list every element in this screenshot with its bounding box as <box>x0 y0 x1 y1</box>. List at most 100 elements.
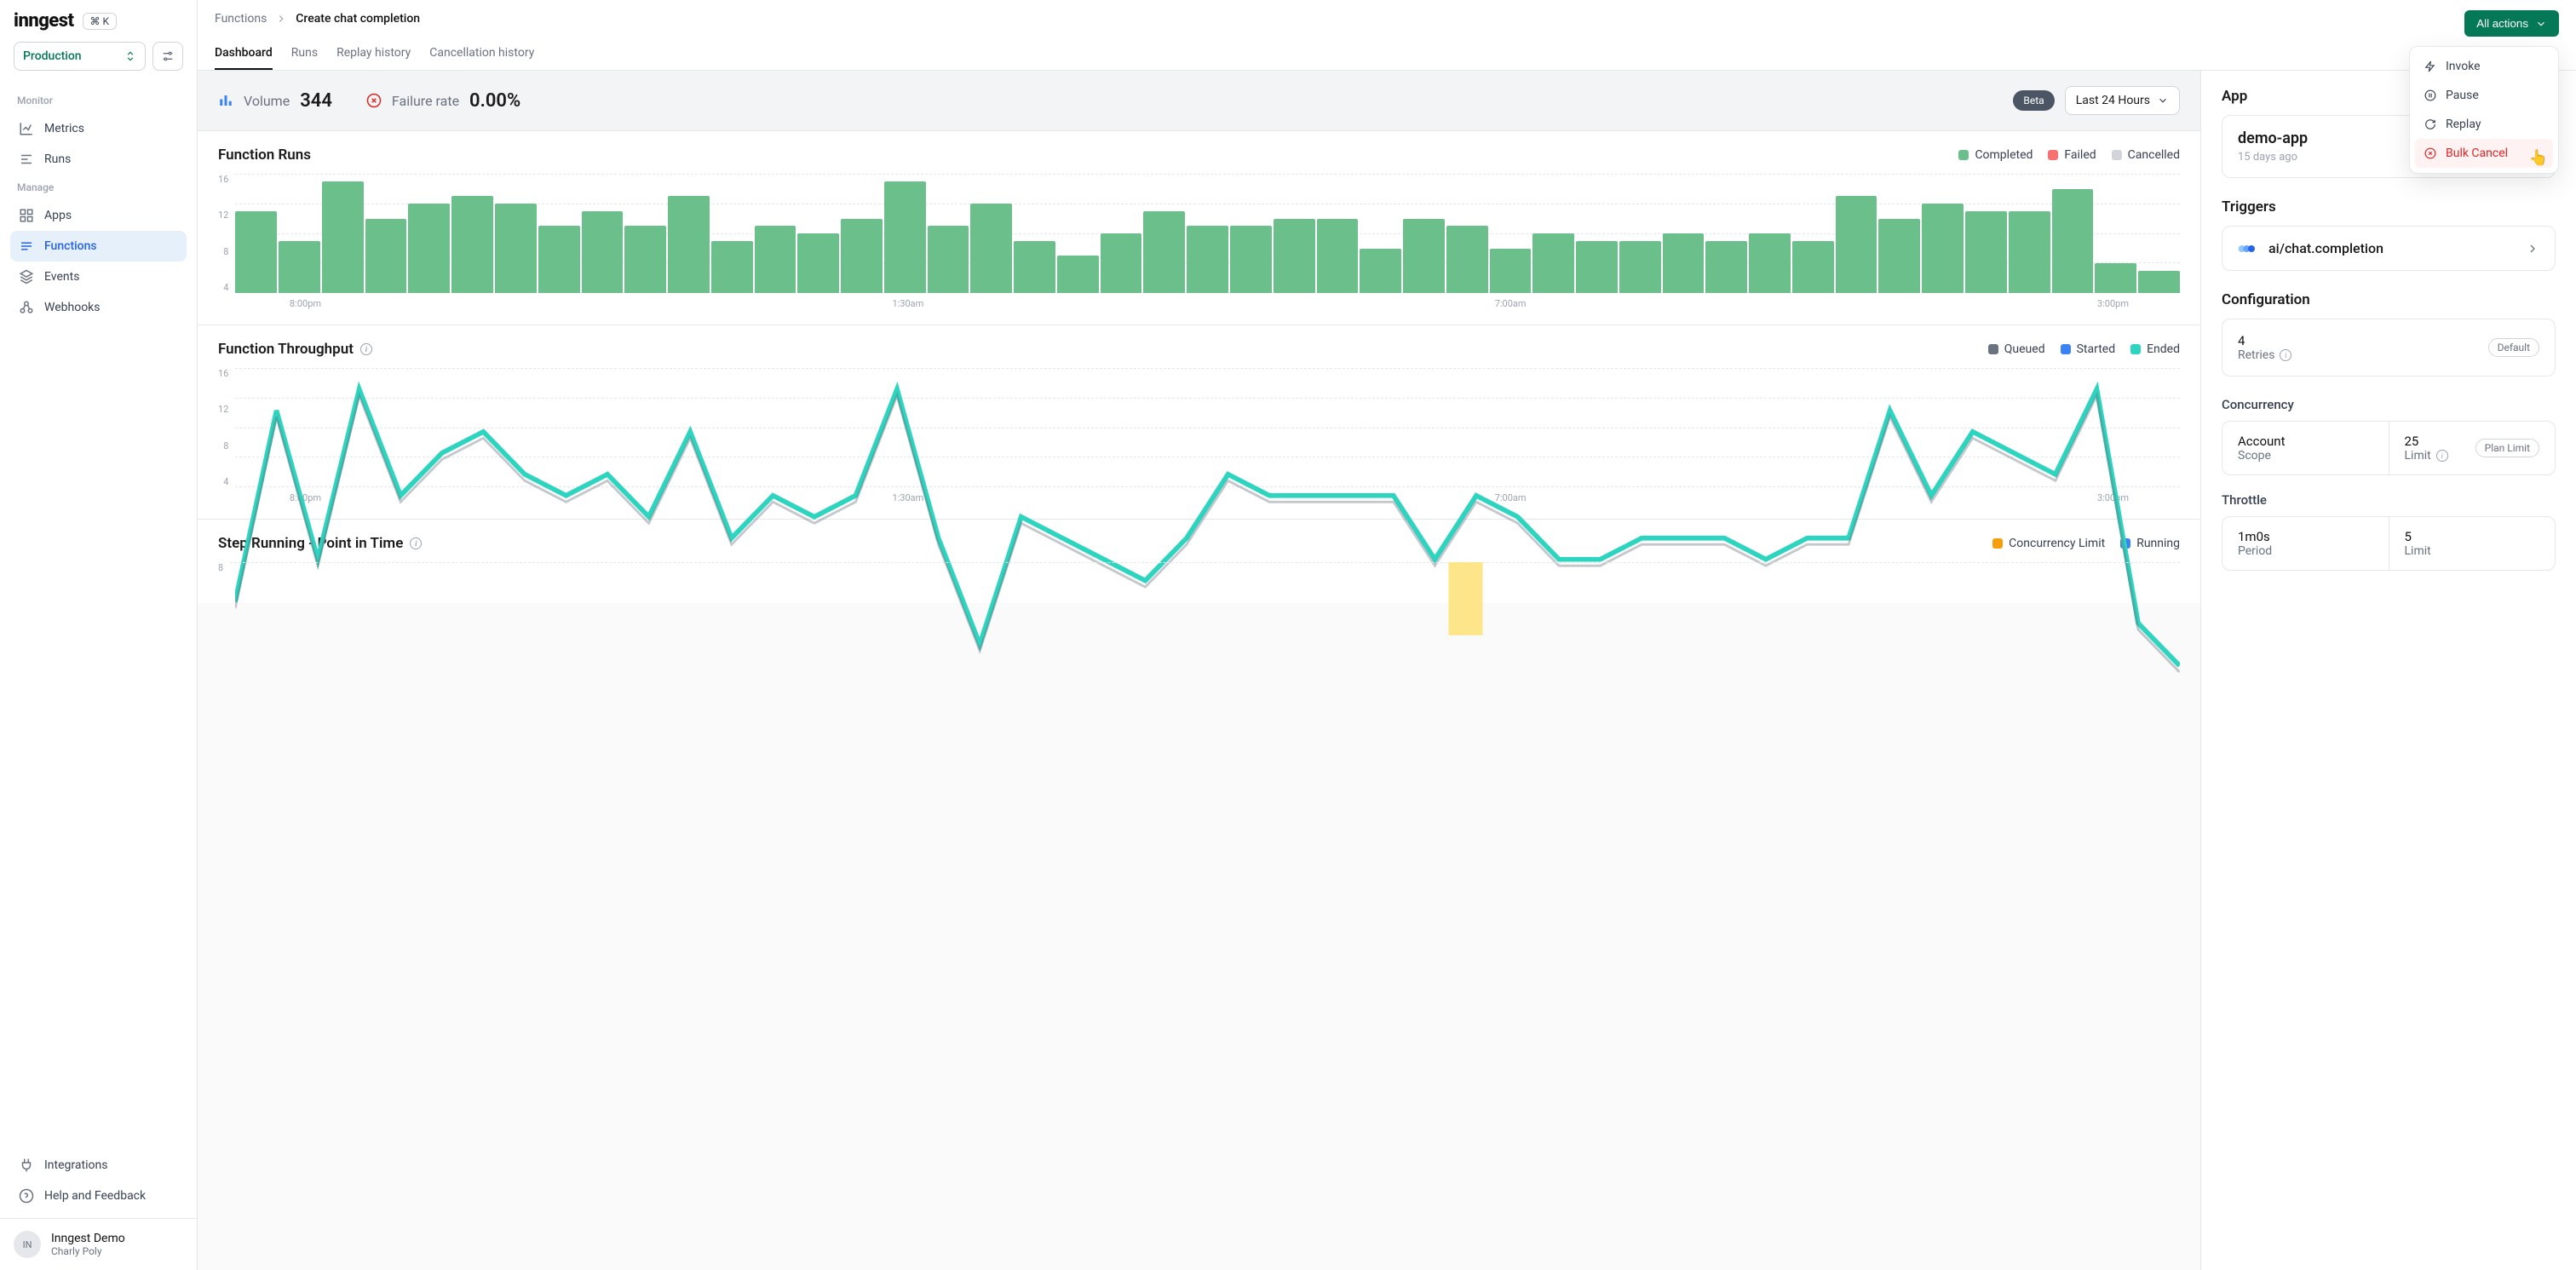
sidebar-item-help[interactable]: Help and Feedback <box>10 1181 187 1211</box>
user-sub: Charly Poly <box>51 1245 125 1257</box>
line-chart <box>235 368 2180 708</box>
bar <box>1705 241 1747 293</box>
bar <box>1187 226 1228 293</box>
command-k-shortcut[interactable]: ⌘ K <box>83 13 118 30</box>
breadcrumb-root[interactable]: Functions <box>215 12 267 26</box>
sidebar-item-functions[interactable]: Functions <box>10 231 187 261</box>
bar <box>755 226 796 293</box>
tab-replay-history[interactable]: Replay history <box>336 37 411 70</box>
bar <box>1619 241 1661 293</box>
bar <box>1878 219 1920 294</box>
sidebar-item-label: Apps <box>44 209 72 222</box>
logo: inngest <box>14 10 74 32</box>
info-icon[interactable]: i <box>360 343 372 355</box>
header: Functions Create chat completion All act… <box>198 0 2576 71</box>
bar <box>582 211 624 293</box>
environment-label: Production <box>23 49 82 63</box>
bar <box>2095 263 2136 293</box>
action-bulk-cancel[interactable]: Bulk Cancel 👆 <box>2415 139 2553 168</box>
bar <box>538 226 580 293</box>
scope-label: Scope <box>2238 449 2373 463</box>
tab-runs[interactable]: Runs <box>291 37 318 70</box>
bar <box>451 196 493 293</box>
retries-label: Retries <box>2238 348 2274 362</box>
user-footer[interactable]: IN Inngest Demo Charly Poly <box>0 1218 197 1270</box>
bar <box>322 181 364 293</box>
trigger-card[interactable]: ai/chat.completion <box>2222 226 2556 271</box>
nav-head-monitor: Monitor <box>10 88 187 113</box>
nav-head-manage: Manage <box>10 175 187 200</box>
avatar: IN <box>14 1231 41 1258</box>
bar <box>1663 233 1705 293</box>
bar <box>1965 211 2007 293</box>
sidebar-item-label: Runs <box>44 152 71 166</box>
webhook-icon <box>19 300 34 315</box>
breadcrumb: Functions Create chat completion <box>215 12 2559 26</box>
failure-label: Failure rate <box>392 93 459 109</box>
retries-value: 4 <box>2238 333 2488 348</box>
sidebar-item-runs[interactable]: Runs <box>10 144 187 175</box>
chevron-down-icon <box>2535 18 2547 30</box>
sidebar-item-metrics[interactable]: Metrics <box>10 113 187 144</box>
bar <box>884 181 926 293</box>
bar <box>711 241 753 293</box>
layers-icon <box>19 269 34 284</box>
concurrency-card: Account Scope 25 Limiti Plan Limit <box>2222 421 2556 475</box>
bar <box>408 204 450 293</box>
sidebar-item-events[interactable]: Events <box>10 261 187 292</box>
legend-started: Started <box>2061 342 2116 356</box>
grid-icon <box>19 208 34 223</box>
bar <box>970 204 1012 293</box>
event-icon <box>2238 241 2258 256</box>
action-label: Replay <box>2446 118 2481 131</box>
sidebar-item-label: Webhooks <box>44 301 101 314</box>
metrics-bar: Volume 344 Failure rate 0.00% Beta Last … <box>198 71 2200 131</box>
retries-card: 4 Retriesi Default <box>2222 319 2556 376</box>
section-configuration: Configuration <box>2222 291 2556 308</box>
bar <box>279 241 320 293</box>
section-triggers: Triggers <box>2222 198 2556 215</box>
failure-value: 0.00% <box>469 90 520 112</box>
bar-chart <box>235 174 2180 293</box>
chevron-down-icon <box>2157 95 2169 106</box>
all-actions-label: All actions <box>2476 17 2528 30</box>
tab-cancellation-history[interactable]: Cancellation history <box>429 37 534 70</box>
sidebar-item-integrations[interactable]: Integrations <box>10 1150 187 1181</box>
bar <box>1230 226 1272 293</box>
all-actions-button[interactable]: All actions <box>2464 10 2559 37</box>
panel-function-throughput: Function Throughputi Queued Started Ende… <box>198 325 2200 520</box>
action-label: Pause <box>2446 89 2479 102</box>
action-pause[interactable]: Pause <box>2415 81 2553 110</box>
legend-queued: Queued <box>1988 342 2045 356</box>
bar <box>2009 211 2050 293</box>
sidebar-item-webhooks[interactable]: Webhooks <box>10 292 187 323</box>
info-icon[interactable]: i <box>2280 349 2291 361</box>
bar <box>1836 196 1877 293</box>
environment-select[interactable]: Production <box>14 42 146 71</box>
volume-label: Volume <box>244 93 290 109</box>
bar <box>495 204 537 293</box>
bar <box>1143 211 1185 293</box>
bar <box>928 226 969 293</box>
bar <box>1490 249 1532 294</box>
actions-dropdown: Invoke Pause Replay Bulk Cancel 👆 <box>2409 46 2559 174</box>
sidebar: inngest ⌘ K Production Monitor Metrics R… <box>0 0 198 1270</box>
settings-button[interactable] <box>152 42 183 71</box>
sidebar-item-label: Events <box>44 270 79 284</box>
help-icon <box>19 1188 34 1204</box>
time-range-select[interactable]: Last 24 Hours <box>2065 86 2180 115</box>
throttle-period-label: Period <box>2238 544 2373 558</box>
bar <box>1922 204 1964 293</box>
panel-title: Function Throughput <box>218 341 354 358</box>
action-invoke[interactable]: Invoke <box>2415 52 2553 81</box>
info-icon[interactable]: i <box>2436 450 2448 462</box>
legend-completed: Completed <box>1958 148 2033 162</box>
bar <box>1403 219 1445 294</box>
cancel-icon <box>2424 147 2437 160</box>
plug-icon <box>19 1158 34 1173</box>
action-replay[interactable]: Replay <box>2415 110 2553 139</box>
sidebar-item-apps[interactable]: Apps <box>10 200 187 231</box>
bar <box>1101 233 1142 293</box>
tab-dashboard[interactable]: Dashboard <box>215 37 273 70</box>
section-throttle: Throttle <box>2222 492 2556 508</box>
